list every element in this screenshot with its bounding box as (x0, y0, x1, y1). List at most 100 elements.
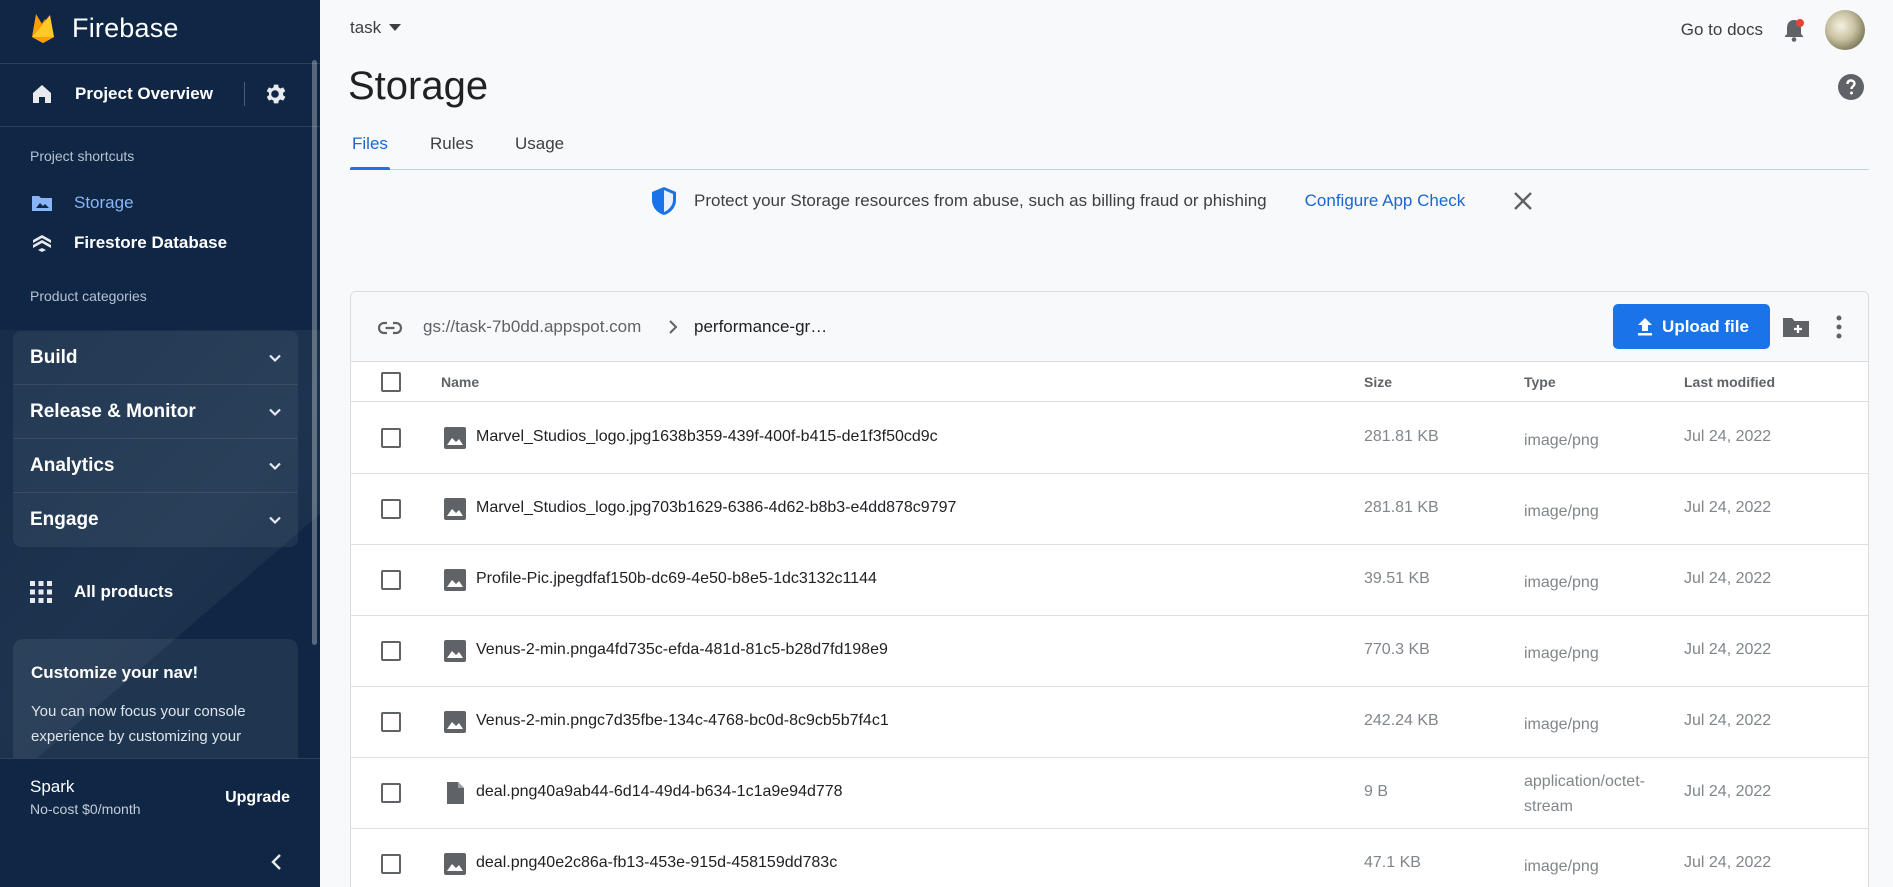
chevron-down-icon (269, 354, 281, 362)
upload-label: Upload file (1662, 316, 1749, 336)
apps-grid-icon (30, 581, 52, 603)
row-checkbox[interactable] (381, 641, 401, 661)
table-row[interactable]: Venus-2-min.pngc7d35fbe-134c-4768-bc0d-8… (351, 687, 1868, 758)
main-content: task Go to docs Storage Files Rules Usag… (320, 0, 1893, 887)
category-analytics[interactable]: Analytics (13, 439, 298, 493)
file-name-link[interactable]: deal.png40e2c86a-fb13-453e-915d-458159dd… (476, 854, 837, 872)
file-browser: gs://task-7b0dd.appspot.com performance-… (350, 291, 1869, 887)
category-label: Release & Monitor (30, 400, 196, 422)
column-name[interactable]: Name (441, 374, 479, 390)
file-name-link[interactable]: Venus-2-min.pnga4fd735c-efda-481d-81c5-b… (476, 641, 888, 659)
product-categories-heading: Product categories (30, 288, 147, 304)
shield-icon (652, 187, 676, 215)
image-file-icon (444, 427, 466, 449)
all-products-label: All products (74, 582, 174, 601)
shortcut-firestore-database[interactable]: Firestore Database (30, 228, 227, 258)
project-overview-link[interactable]: Project Overview (75, 84, 213, 104)
file-name-link[interactable]: Venus-2-min.pngc7d35fbe-134c-4768-bc0d-8… (476, 712, 889, 730)
category-release-monitor[interactable]: Release & Monitor (13, 385, 298, 439)
file-modified: Jul 24, 2022 (1684, 641, 1772, 658)
row-checkbox[interactable] (381, 712, 401, 732)
file-name-link[interactable]: deal.png40a9ab44-6d14-49d4-b634-1c1a9e94… (476, 783, 843, 801)
upload-icon (1638, 317, 1653, 335)
table-header: Name Size Type Last modified (351, 362, 1868, 402)
row-checkbox[interactable] (381, 570, 401, 590)
notifications-bell-icon[interactable] (1781, 17, 1807, 43)
row-checkbox[interactable] (381, 854, 401, 874)
image-file-icon (444, 640, 466, 662)
image-file-icon (444, 711, 466, 733)
table-row[interactable]: deal.png40a9ab44-6d14-49d4-b634-1c1a9e94… (351, 758, 1868, 829)
plan-subtitle: No-cost $0/month (30, 801, 141, 817)
file-name-link[interactable]: Marvel_Studios_logo.jpg1638b359-439f-400… (476, 428, 938, 446)
tab-files[interactable]: Files (352, 134, 388, 154)
plan-name: Spark (30, 777, 75, 796)
link-icon[interactable] (377, 315, 403, 341)
firestore-icon (33, 235, 51, 252)
user-avatar[interactable] (1825, 10, 1865, 50)
upgrade-button[interactable]: Upgrade (225, 789, 290, 807)
file-size: 39.51 KB (1364, 570, 1430, 587)
caret-down-icon (389, 24, 402, 31)
sidebar: Firebase Project Overview Project shortc… (0, 0, 320, 887)
help-icon[interactable] (1837, 73, 1865, 101)
sidebar-scrollbar[interactable] (312, 60, 317, 645)
brand[interactable]: Firebase (28, 8, 179, 48)
category-engage[interactable]: Engage (13, 493, 298, 547)
file-type: image/png (1524, 645, 1599, 662)
chevron-down-icon (269, 462, 281, 470)
file-name-link[interactable]: Marvel_Studios_logo.jpg703b1629-6386-4d6… (476, 499, 956, 517)
project-overview-row: Project Overview (0, 64, 320, 124)
bucket-path[interactable]: gs://task-7b0dd.appspot.com (423, 317, 641, 337)
table-row[interactable]: Venus-2-min.pnga4fd735c-efda-481d-81c5-b… (351, 616, 1868, 687)
row-checkbox[interactable] (381, 783, 401, 803)
banner-message: Protect your Storage resources from abus… (694, 191, 1267, 210)
go-to-docs-link[interactable]: Go to docs (1681, 20, 1763, 40)
customize-title: Customize your nav! (31, 663, 199, 682)
configure-app-check-link[interactable]: Configure App Check (1305, 191, 1466, 211)
all-products-link[interactable]: All products (30, 577, 173, 607)
category-build[interactable]: Build (13, 331, 298, 385)
project-selector[interactable]: task (350, 18, 402, 38)
settings-gear-icon[interactable] (262, 81, 288, 107)
category-label: Build (30, 346, 78, 368)
chevron-down-icon (269, 516, 281, 525)
row-checkbox[interactable] (381, 428, 401, 448)
file-name-link[interactable]: Profile-Pic.jpegdfaf150b-dc69-4e50-b8e5-… (476, 570, 877, 588)
file-size: 9 B (1364, 783, 1389, 800)
table-row[interactable]: Marvel_Studios_logo.jpg703b1629-6386-4d6… (351, 474, 1868, 545)
more-options-icon[interactable] (1834, 313, 1844, 341)
category-label: Engage (30, 509, 99, 530)
create-folder-icon[interactable] (1781, 313, 1811, 341)
upload-file-button[interactable]: Upload file (1613, 304, 1770, 349)
row-checkbox[interactable] (381, 499, 401, 519)
file-size: 47.1 KB (1364, 854, 1421, 871)
table-row[interactable]: Marvel_Studios_logo.jpg1638b359-439f-400… (351, 403, 1868, 474)
tab-usage[interactable]: Usage (515, 134, 564, 154)
table-row[interactable]: deal.png40e2c86a-fb13-453e-915d-458159dd… (351, 829, 1868, 887)
collapse-sidebar-icon[interactable] (266, 851, 288, 873)
select-all-checkbox[interactable] (381, 372, 401, 392)
chevron-right-icon (669, 320, 678, 334)
product-categories: Build Release & Monitor Analytics Engage (13, 331, 298, 547)
file-size: 281.81 KB (1364, 499, 1439, 516)
generic-file-icon (447, 782, 464, 804)
tab-rules[interactable]: Rules (430, 134, 473, 154)
firebase-logo-icon (32, 14, 54, 43)
project-shortcuts-heading: Project shortcuts (30, 148, 135, 164)
header-actions: Go to docs (1681, 10, 1865, 50)
home-icon[interactable] (30, 82, 54, 106)
folder-image-icon (32, 196, 52, 211)
customize-body: You can now focus your console experienc… (31, 703, 246, 745)
file-type: image/png (1524, 716, 1599, 733)
file-size: 242.24 KB (1364, 712, 1439, 729)
file-browser-toolbar: gs://task-7b0dd.appspot.com performance-… (351, 292, 1868, 362)
table-row[interactable]: Profile-Pic.jpegdfaf150b-dc69-4e50-b8e5-… (351, 545, 1868, 616)
plan-bar: Spark No-cost $0/month Upgrade (0, 758, 320, 828)
column-last-modified[interactable]: Last modified (1684, 374, 1775, 390)
shortcut-storage[interactable]: Storage (30, 188, 134, 218)
close-icon[interactable] (1511, 189, 1535, 213)
column-type[interactable]: Type (1524, 374, 1556, 390)
file-type: application/octet-stream (1524, 773, 1645, 815)
column-size[interactable]: Size (1364, 374, 1392, 390)
